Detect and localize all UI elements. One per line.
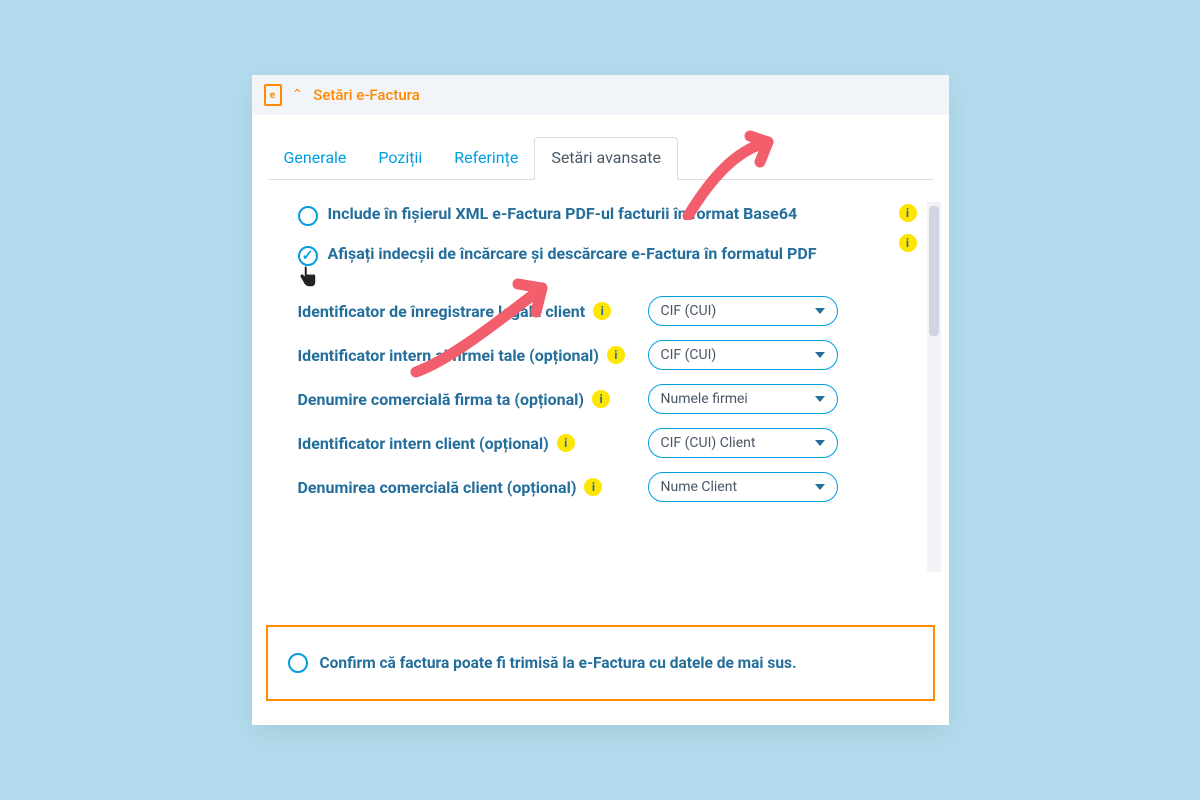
select-company-trade-name[interactable]: Numele firmei	[648, 384, 838, 414]
field-legal-id-client: Identificator de înregistrare legală cli…	[298, 296, 913, 326]
select-value: CIF (CUI) Client	[661, 435, 756, 451]
radio-icon[interactable]	[288, 653, 308, 673]
radio-icon[interactable]	[298, 246, 318, 266]
scroll-area: Include în fișierul XML e-Factura PDF-ul…	[268, 194, 943, 580]
field-internal-company-id: Identificator intern al firmei tale (opț…	[298, 340, 913, 370]
radio-icon[interactable]	[298, 206, 318, 226]
chevron-up-icon: ⌃	[292, 87, 304, 103]
field-company-trade-name: Denumire comercială firma ta (opțional) …	[298, 384, 913, 414]
chevron-down-icon	[815, 308, 825, 314]
field-label-text: Identificator intern al firmei tale (opț…	[298, 346, 599, 365]
field-label-text: Identificator de înregistrare legală cli…	[298, 302, 586, 321]
cursor-hand-icon	[298, 266, 318, 292]
info-icon[interactable]: i	[899, 204, 917, 222]
confirm-text: Confirm că factura poate fi trimisă la e…	[320, 654, 797, 672]
option-include-base64[interactable]: Include în fișierul XML e-Factura PDF-ul…	[298, 204, 913, 226]
field-label-text: Denumirea comercială client (opțional)	[298, 478, 577, 497]
panel-header[interactable]: e ⌃ Setări e-Factura	[252, 75, 949, 115]
info-icon[interactable]: i	[557, 434, 575, 452]
chevron-down-icon	[815, 440, 825, 446]
field-label: Denumirea comercială client (opțional) i	[298, 478, 638, 497]
document-icon: e	[264, 84, 282, 106]
confirm-box[interactable]: Confirm că factura poate fi trimisă la e…	[266, 625, 935, 701]
select-value: Nume Client	[661, 479, 738, 495]
option-show-indices[interactable]: Afișați indecșii de încărcare și descărc…	[298, 244, 913, 266]
select-value: Numele firmei	[661, 391, 748, 407]
tab-pozitii[interactable]: Poziții	[362, 138, 438, 179]
select-client-trade-name[interactable]: Nume Client	[648, 472, 838, 502]
info-icon[interactable]: i	[593, 302, 611, 320]
tabs-bar: Generale Poziții Referințe Setări avansa…	[268, 137, 933, 180]
scrollbar-thumb[interactable]	[929, 206, 939, 336]
select-internal-company-id[interactable]: CIF (CUI)	[648, 340, 838, 370]
info-icon[interactable]: i	[607, 346, 625, 364]
field-label-text: Denumire comercială firma ta (opțional)	[298, 390, 585, 409]
panel-title: Setări e-Factura	[313, 86, 420, 104]
select-value: CIF (CUI)	[661, 303, 717, 319]
option-label: Include în fișierul XML e-Factura PDF-ul…	[328, 204, 913, 223]
tab-generale[interactable]: Generale	[268, 138, 363, 179]
field-label: Identificator de înregistrare legală cli…	[298, 302, 638, 321]
field-internal-client-id: Identificator intern client (opțional) i…	[298, 428, 913, 458]
scrollbar[interactable]	[927, 202, 941, 572]
field-label: Identificator intern al firmei tale (opț…	[298, 346, 638, 365]
info-icon[interactable]: i	[899, 234, 917, 252]
info-icon[interactable]: i	[592, 390, 610, 408]
select-value: CIF (CUI)	[661, 347, 717, 363]
chevron-down-icon	[815, 484, 825, 490]
option-label: Afișați indecșii de încărcare și descărc…	[328, 244, 913, 263]
field-client-trade-name: Denumirea comercială client (opțional) i…	[298, 472, 913, 502]
select-legal-id-client[interactable]: CIF (CUI)	[648, 296, 838, 326]
tab-referinte[interactable]: Referințe	[438, 138, 534, 179]
field-label-text: Identificator intern client (opțional)	[298, 434, 549, 453]
tab-setari-avansate[interactable]: Setări avansate	[534, 137, 678, 180]
field-label: Denumire comercială firma ta (opțional) …	[298, 390, 638, 409]
chevron-down-icon	[815, 396, 825, 402]
settings-panel: e ⌃ Setări e-Factura Generale Poziții Re…	[252, 75, 949, 725]
select-internal-client-id[interactable]: CIF (CUI) Client	[648, 428, 838, 458]
field-label: Identificator intern client (opțional) i	[298, 434, 638, 453]
chevron-down-icon	[815, 352, 825, 358]
info-icon[interactable]: i	[584, 478, 602, 496]
settings-body: Include în fișierul XML e-Factura PDF-ul…	[268, 194, 943, 580]
